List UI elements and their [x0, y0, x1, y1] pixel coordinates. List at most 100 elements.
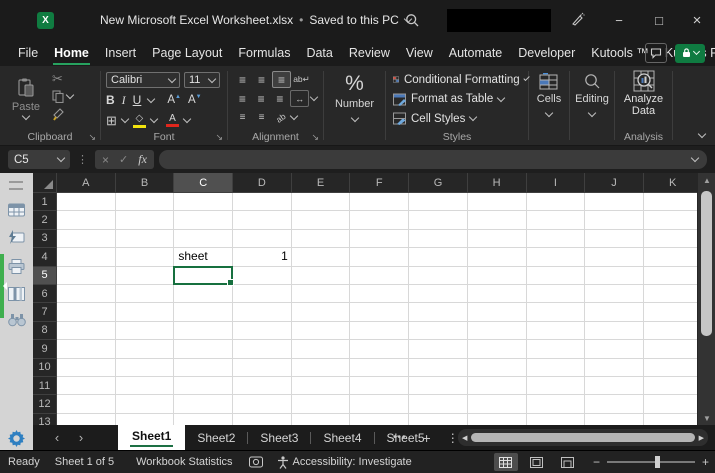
select-all-corner[interactable] — [33, 173, 57, 193]
scroll-up-arrow[interactable]: ▲ — [698, 173, 715, 187]
cell-G6[interactable] — [409, 285, 468, 303]
column-header-D[interactable]: D — [233, 173, 292, 193]
printer-pane-icon[interactable] — [8, 259, 25, 279]
cell-G10[interactable] — [409, 359, 468, 377]
cell-C9[interactable] — [174, 340, 233, 358]
menu-tab-data[interactable]: Data — [298, 41, 340, 65]
cell-E6[interactable] — [292, 285, 351, 303]
cell-K9[interactable] — [644, 340, 697, 358]
menu-tab-developer[interactable]: Developer — [510, 41, 583, 65]
cell-E1[interactable] — [292, 193, 351, 211]
cell-H10[interactable] — [468, 359, 527, 377]
cell-F5[interactable] — [350, 267, 409, 285]
decrease-indent-button[interactable]: ≡ — [234, 110, 251, 125]
borders-button[interactable]: ⊞ — [106, 114, 117, 127]
cell-I11[interactable] — [527, 377, 586, 395]
cell-H12[interactable] — [468, 395, 527, 413]
cell-C10[interactable] — [174, 359, 233, 377]
insert-function-button[interactable]: fx — [138, 152, 147, 167]
cell-B2[interactable] — [116, 211, 175, 229]
sheet-tab-sheet2[interactable]: Sheet2 — [185, 425, 247, 450]
row-header-10[interactable]: 10 — [33, 359, 57, 377]
row-header-6[interactable]: 6 — [33, 285, 57, 303]
cell-I7[interactable] — [527, 303, 586, 321]
cell-B5[interactable] — [116, 267, 175, 285]
cell-C6[interactable] — [174, 285, 233, 303]
clipboard-dialog-launcher[interactable]: ↘ — [88, 133, 96, 142]
collapse-ribbon-chevron-icon[interactable] — [698, 130, 706, 138]
menu-tab-formulas[interactable]: Formulas — [230, 41, 298, 65]
alignment-dialog-launcher[interactable]: ↘ — [311, 133, 319, 142]
cell-D13[interactable] — [233, 414, 292, 425]
enter-formula-button[interactable]: ✓ — [119, 153, 128, 166]
cell-A9[interactable] — [57, 340, 116, 358]
cell-G7[interactable] — [409, 303, 468, 321]
row-header-12[interactable]: 12 — [33, 395, 57, 413]
cell-C2[interactable] — [174, 211, 233, 229]
bottom-align-button[interactable]: ≡ — [272, 71, 291, 88]
cell-I3[interactable] — [527, 230, 586, 248]
binoculars-pane-icon[interactable] — [8, 313, 26, 332]
paste-button[interactable]: Paste — [8, 72, 44, 124]
cell-D12[interactable] — [233, 395, 292, 413]
row-header-2[interactable]: 2 — [33, 211, 57, 229]
underline-button[interactable]: U — [133, 93, 142, 107]
cell-I2[interactable] — [527, 211, 586, 229]
cell-D5[interactable] — [233, 267, 292, 285]
chevron-down-icon[interactable] — [121, 114, 129, 122]
cell-G2[interactable] — [409, 211, 468, 229]
cell-E13[interactable] — [292, 414, 351, 425]
cell-C5[interactable] — [174, 267, 233, 285]
italic-button[interactable]: I — [122, 93, 126, 108]
cell-F13[interactable] — [350, 414, 409, 425]
accessibility-status[interactable]: Accessibility: Investigate — [277, 456, 412, 469]
column-header-I[interactable]: I — [527, 173, 586, 193]
cell-K6[interactable] — [644, 285, 697, 303]
cell-A11[interactable] — [57, 377, 116, 395]
cell-F7[interactable] — [350, 303, 409, 321]
format-painter-button[interactable] — [52, 108, 73, 121]
vertical-scroll-thumb[interactable] — [701, 191, 712, 336]
previous-sheet-arrow[interactable]: ‹ — [47, 425, 67, 450]
cell-G4[interactable] — [409, 248, 468, 266]
cell-E5[interactable] — [292, 267, 351, 285]
cell-J8[interactable] — [585, 322, 644, 340]
cell-H1[interactable] — [468, 193, 527, 211]
menu-tab-view[interactable]: View — [398, 41, 441, 65]
middle-align-button[interactable]: ≡ — [253, 72, 270, 87]
chevron-down-icon[interactable] — [183, 114, 191, 122]
cell-H6[interactable] — [468, 285, 527, 303]
pen-icon[interactable] — [570, 12, 585, 32]
sheet-tab-sheet1[interactable]: Sheet1 — [118, 425, 185, 450]
close-button[interactable]: × — [678, 0, 715, 40]
row-header-5[interactable]: 5 — [33, 267, 57, 285]
row-header-7[interactable]: 7 — [33, 303, 57, 321]
cell-D7[interactable] — [233, 303, 292, 321]
cell-J2[interactable] — [585, 211, 644, 229]
cell-K13[interactable] — [644, 414, 697, 425]
zoom-out-button[interactable]: − — [593, 455, 600, 469]
zoom-slider[interactable] — [607, 461, 695, 463]
cell-B13[interactable] — [116, 414, 175, 425]
cell-D6[interactable] — [233, 285, 292, 303]
column-header-J[interactable]: J — [585, 173, 644, 193]
expand-formula-bar-chevron-icon[interactable] — [691, 154, 699, 162]
worksheets-pane-icon[interactable] — [8, 203, 25, 222]
name-box[interactable]: C5 — [8, 150, 70, 169]
cell-J10[interactable] — [585, 359, 644, 377]
cell-A3[interactable] — [57, 230, 116, 248]
chevron-down-icon[interactable] — [310, 93, 318, 101]
cell-H3[interactable] — [468, 230, 527, 248]
cell-K1[interactable] — [644, 193, 697, 211]
cell-G3[interactable] — [409, 230, 468, 248]
cell-I6[interactable] — [527, 285, 586, 303]
column-header-G[interactable]: G — [409, 173, 468, 193]
cell-D2[interactable] — [233, 211, 292, 229]
workbook-statistics-button[interactable]: Workbook Statistics — [136, 456, 232, 468]
pane-active-indicator[interactable] — [0, 254, 4, 318]
analyze-data-button[interactable]: Analyze Data — [615, 70, 672, 117]
cell-C4[interactable]: sheet — [174, 248, 233, 266]
cell-F2[interactable] — [350, 211, 409, 229]
font-size-select[interactable]: 11 — [184, 72, 220, 88]
editing-group[interactable]: Editing — [570, 66, 614, 145]
